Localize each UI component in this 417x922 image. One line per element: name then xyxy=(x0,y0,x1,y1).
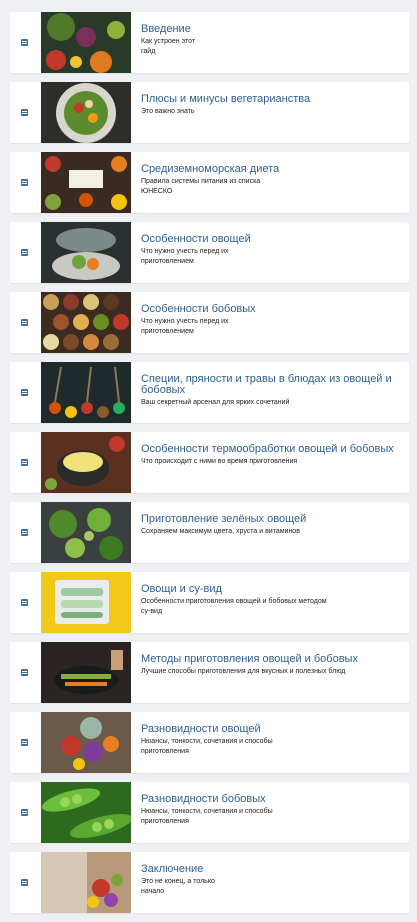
lesson-description: Это важно знать xyxy=(141,108,195,115)
document-icon xyxy=(21,459,28,466)
lesson-card-cooking-methods[interactable]: Методы приготовления овощей и бобовых Лу… xyxy=(10,642,409,703)
lesson-thumbnail xyxy=(41,502,131,563)
lesson-card-vegetable-features[interactable]: Особенности овощей Что нужно учесть пере… xyxy=(10,222,409,283)
lesson-title: Методы приготовления овощей и бобовых xyxy=(141,653,358,665)
document-icon xyxy=(21,249,28,256)
document-icon xyxy=(21,389,28,396)
lesson-title: Приготовление зелёных овощей xyxy=(141,513,307,525)
lesson-card-sous-vide[interactable]: Овощи и су-вид Особенности приготовления… xyxy=(10,572,409,633)
lesson-card-spices[interactable]: Специи, пряности и травы в блюдах из ово… xyxy=(10,362,409,423)
lesson-title: Введение xyxy=(141,23,191,35)
lesson-title: Специи, пряности и травы в блюдах из ово… xyxy=(141,373,392,396)
document-icon xyxy=(21,109,28,116)
lesson-thumbnail xyxy=(41,222,131,283)
lesson-thumbnail xyxy=(41,782,131,843)
lesson-description: Правила системы питания из списка ЮНЕСКО xyxy=(141,178,261,195)
lesson-title: Плюсы и минусы вегетарианства xyxy=(141,93,311,105)
lesson-title: Овощи и су-вид xyxy=(141,583,222,595)
lesson-card-heat-treatment[interactable]: Особенности термообработки овощей и бобо… xyxy=(10,432,409,493)
lesson-card-vegetarian[interactable]: Плюсы и минусы вегетарианства Это важно … xyxy=(10,82,409,143)
lesson-title: Разновидности овощей xyxy=(141,723,261,735)
lesson-thumbnail xyxy=(41,432,131,493)
lesson-description: Что нужно учесть перед их приготовлением xyxy=(141,248,229,265)
lesson-title: Разновидности бобовых xyxy=(141,793,266,805)
lesson-description: Лучшие способы приготовления для вкусных… xyxy=(141,668,346,675)
lesson-description: Особенности приготовления овощей и бобов… xyxy=(141,598,327,615)
lesson-description: Как устроен этот гайд xyxy=(141,38,196,55)
lesson-card-conclusion[interactable]: Заключение Это не конец, а только начало xyxy=(10,852,409,913)
lesson-description: Нюансы, тонкости, сочетания и способы при… xyxy=(141,808,273,825)
lesson-thumbnail xyxy=(41,642,131,703)
lesson-card-green-vegetables[interactable]: Приготовление зелёных овощей Сохраняем м… xyxy=(10,502,409,563)
lesson-title: Особенности овощей xyxy=(141,233,251,245)
lesson-title: Заключение xyxy=(141,863,204,875)
lesson-card-mediterranean[interactable]: Средиземноморская диета Правила системы … xyxy=(10,152,409,213)
lesson-title: Средиземноморская диета xyxy=(141,163,280,175)
lesson-thumbnail xyxy=(41,572,131,633)
lesson-description: Что нужно учесть перед их приготовлением xyxy=(141,318,229,335)
document-icon xyxy=(21,39,28,46)
lesson-card-intro[interactable]: Введение Как устроен этот гайд xyxy=(10,12,409,73)
lesson-thumbnail xyxy=(41,712,131,773)
lesson-card-vegetable-varieties[interactable]: Разновидности овощей Нюансы, тонкости, с… xyxy=(10,712,409,773)
document-icon xyxy=(21,319,28,326)
document-icon xyxy=(21,739,28,746)
lesson-thumbnail xyxy=(41,152,131,213)
lesson-card-legume-features[interactable]: Особенности бобовых Что нужно учесть пер… xyxy=(10,292,409,353)
lesson-thumbnail xyxy=(41,362,131,423)
document-icon xyxy=(21,879,28,886)
lesson-thumbnail xyxy=(41,82,131,143)
lesson-thumbnail xyxy=(41,12,131,73)
lesson-description: Нюансы, тонкости, сочетания и способы при… xyxy=(141,738,273,755)
document-icon xyxy=(21,179,28,186)
lesson-description: Сохраняем максимум цвета, хруста и витам… xyxy=(141,528,300,535)
document-icon xyxy=(21,669,28,676)
lesson-description: Ваш секретный арсенал для ярких сочетани… xyxy=(141,399,290,406)
lesson-thumbnail xyxy=(41,292,131,353)
lesson-description: Что происходит с ними во время приготовл… xyxy=(141,458,298,465)
lesson-card-legume-varieties[interactable]: Разновидности бобовых Нюансы, тонкости, … xyxy=(10,782,409,843)
document-icon xyxy=(21,529,28,536)
document-icon xyxy=(21,809,28,816)
document-icon xyxy=(21,599,28,606)
lesson-title: Особенности бобовых xyxy=(141,303,256,315)
lesson-thumbnail xyxy=(41,852,131,913)
lesson-description: Это не конец, а только начало xyxy=(141,878,215,895)
lesson-title: Особенности термообработки овощей и бобо… xyxy=(141,443,394,455)
